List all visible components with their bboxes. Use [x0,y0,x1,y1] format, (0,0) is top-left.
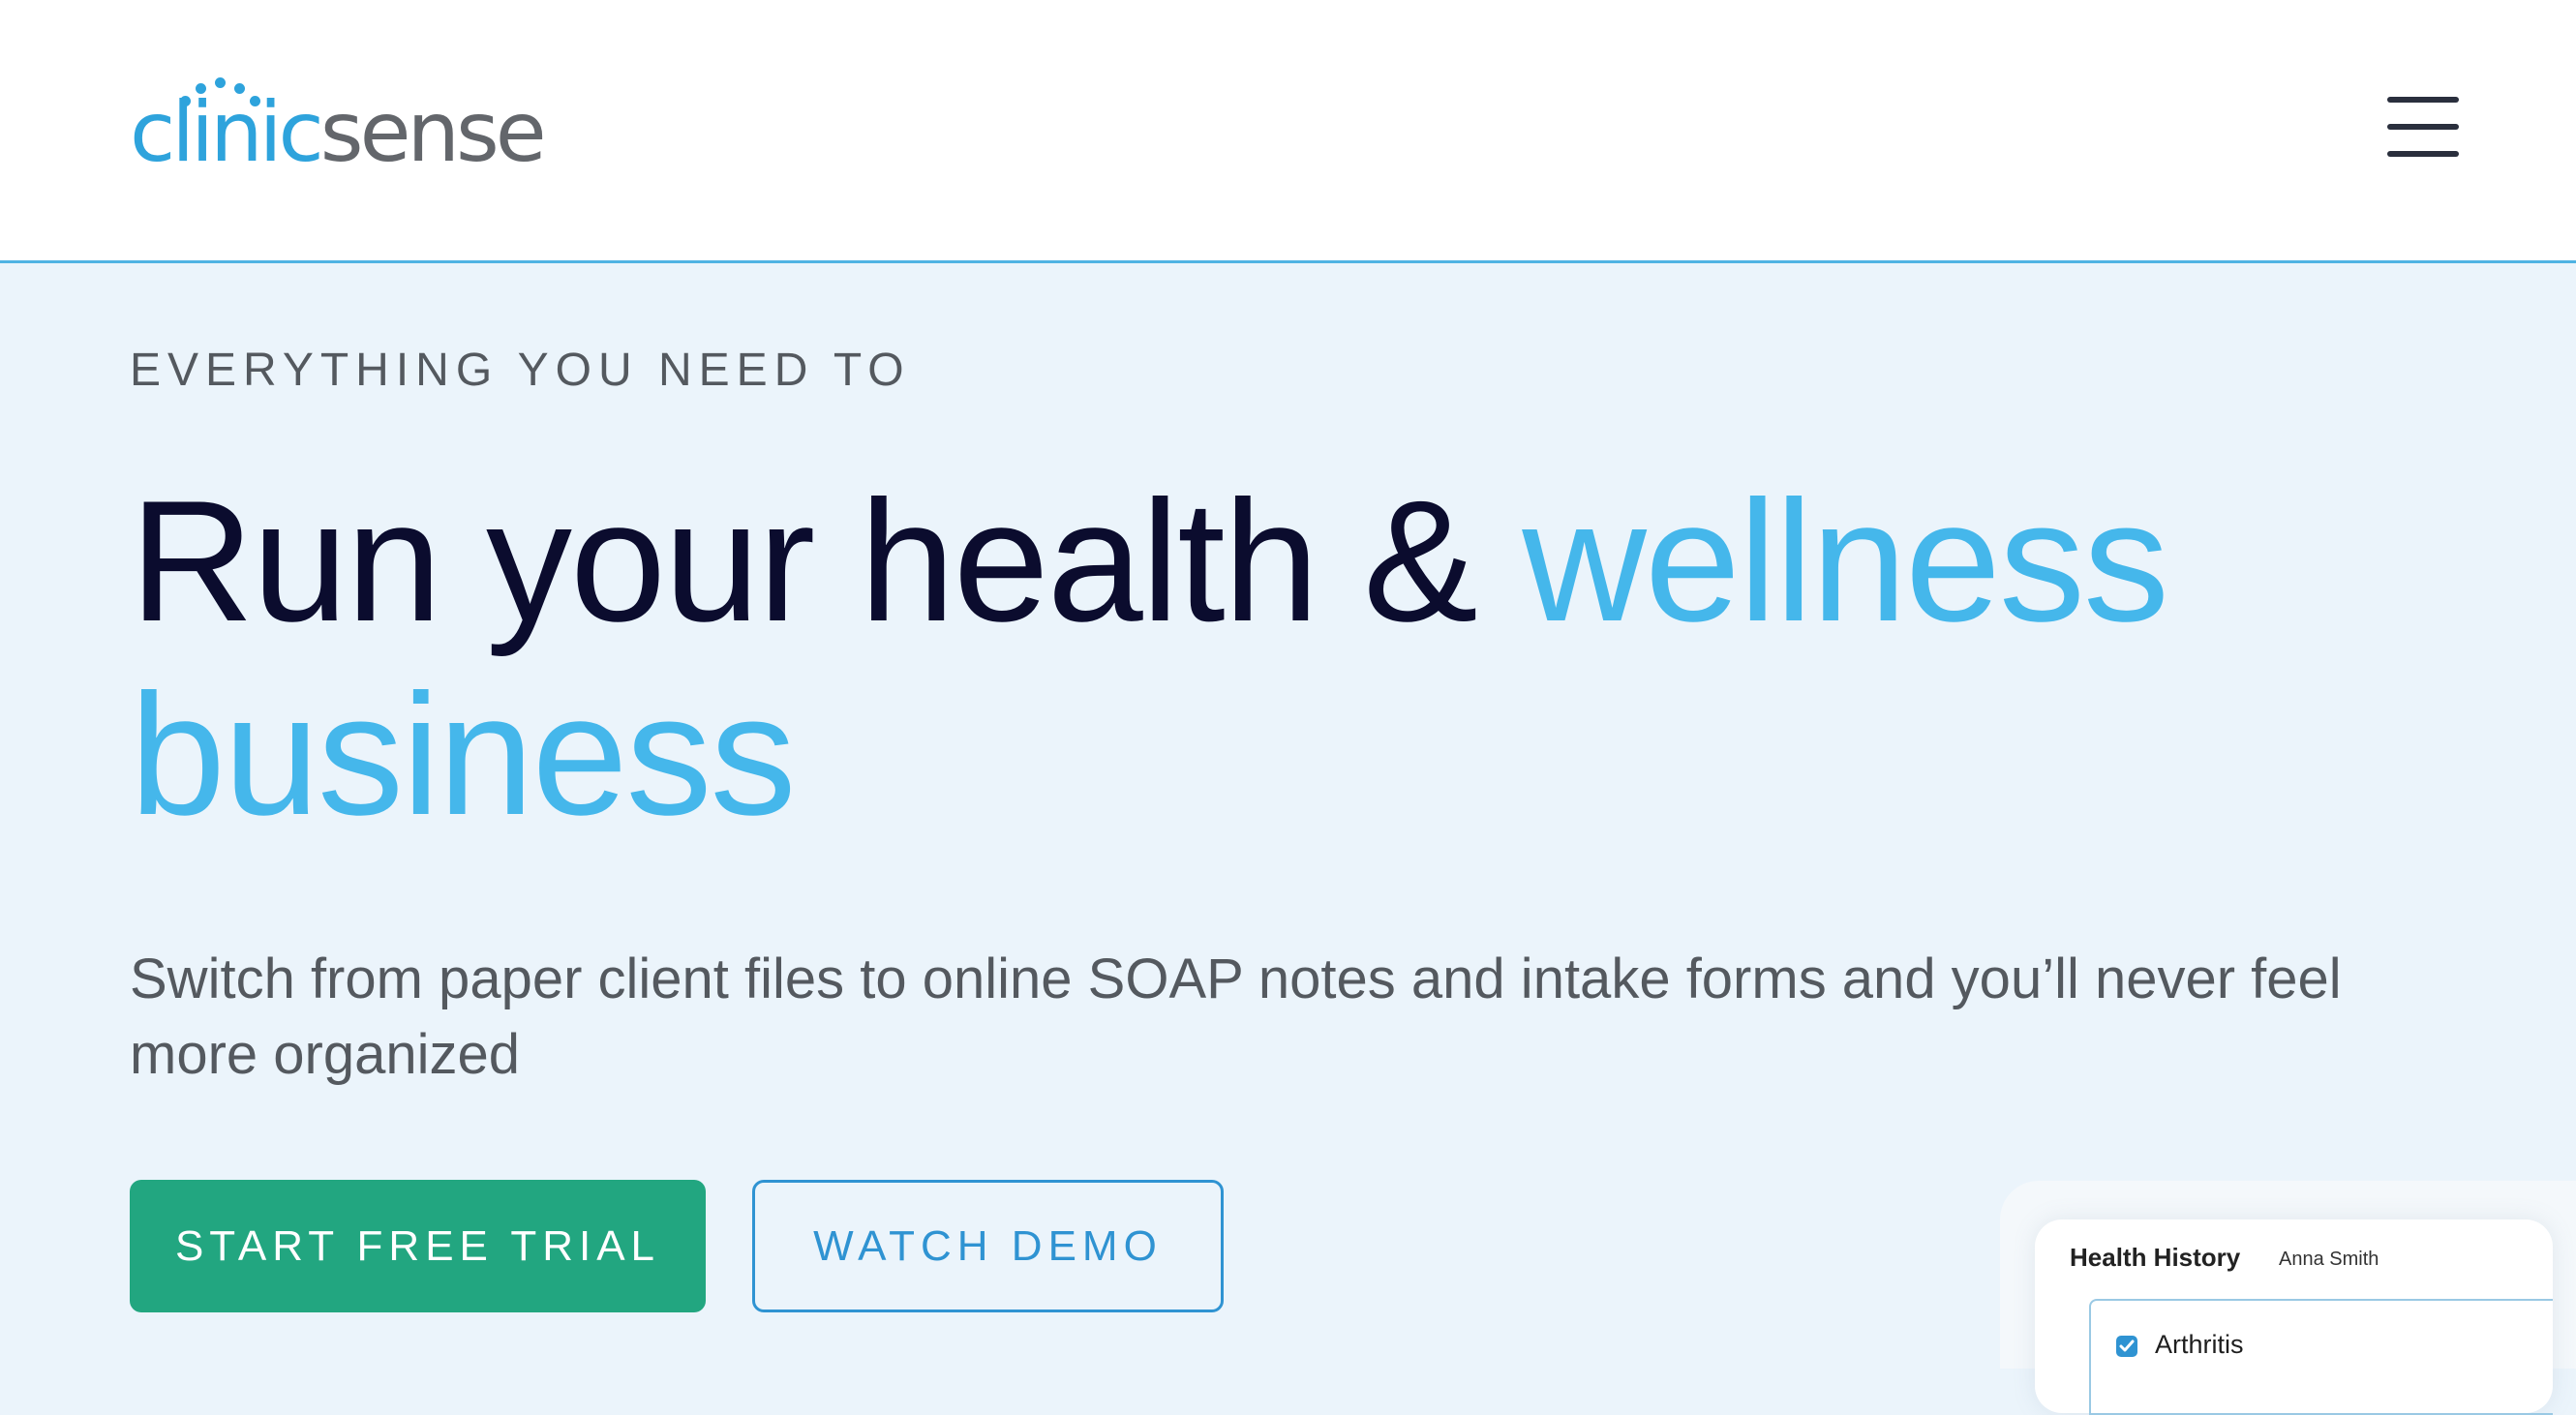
logo-text-sense: sense [319,84,547,181]
hero-headline: Run your health & wellness business [130,465,2356,852]
hero-subtext: Switch from paper client files to online… [130,948,2342,1086]
headline-accent-business: business [130,658,797,851]
arthritis-label: Arthritis [2155,1330,2244,1359]
headline-accent-wellness: wellness [1522,465,2169,657]
client-name: Anna Smith [2279,1249,2379,1270]
checkmark-icon [2119,1340,2135,1352]
headline-dark-text: Run your health & [130,465,1523,657]
hamburger-menu-icon[interactable] [2387,97,2459,157]
arthritis-checkbox[interactable] [2116,1336,2137,1357]
hero-eyebrow: EVERYTHING YOU NEED TO [130,345,911,396]
site-header: clinicsense [0,0,2576,263]
start-free-trial-button[interactable]: START FREE TRIAL [130,1180,706,1312]
health-history-card: Health History Anna Smith Arthritis [2035,1219,2553,1415]
condition-checklist: Arthritis [2089,1299,2553,1415]
watch-demo-button[interactable]: WATCH DEMO [752,1180,1224,1312]
card-title: Health History [2070,1243,2241,1272]
logo-text-clinic: clinic [130,84,324,181]
